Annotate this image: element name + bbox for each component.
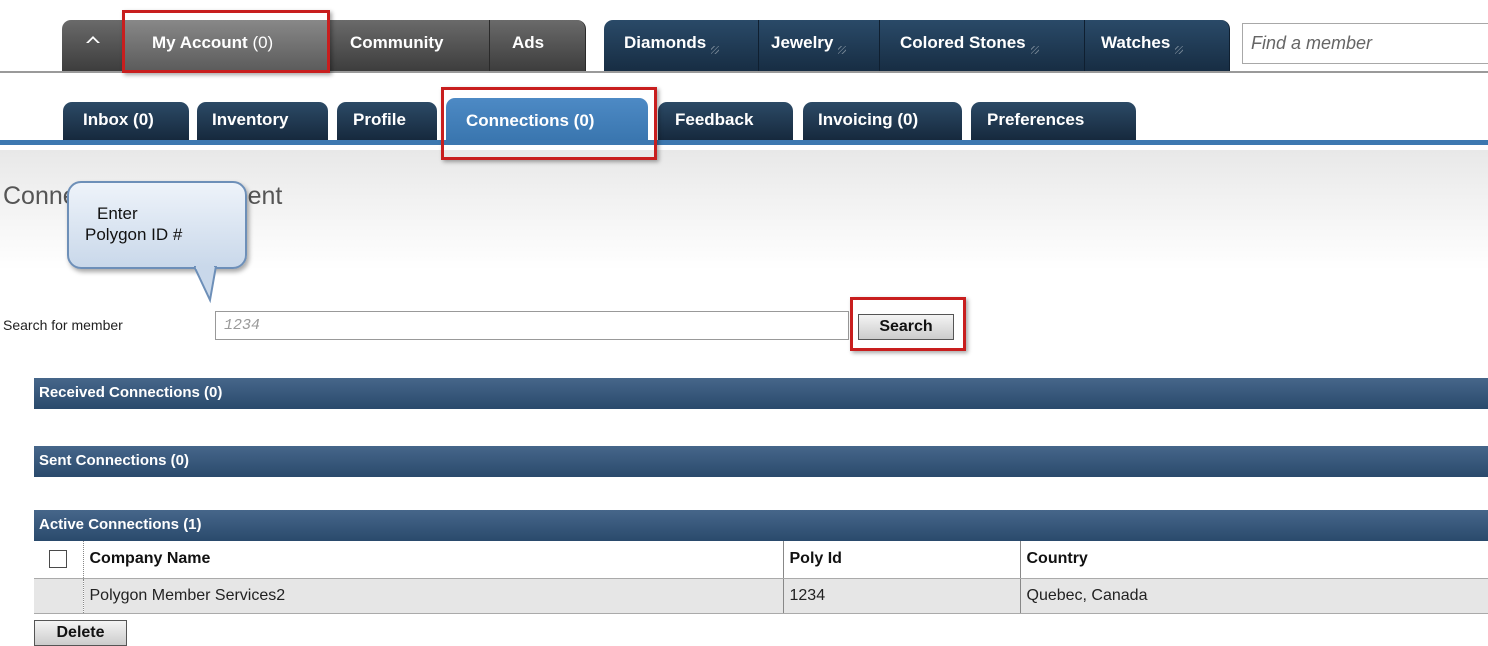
tab-invoicing[interactable]: Invoicing (0)	[803, 102, 962, 140]
tab-preferences-label: Preferences	[987, 110, 1085, 129]
diamonds-label: Diamonds	[624, 33, 707, 52]
tab-feedback-label: Feedback	[675, 110, 754, 129]
search-label: Search for member	[3, 317, 123, 333]
home-tab[interactable]	[62, 20, 124, 71]
cell-poly-id: 1234	[783, 578, 1021, 614]
callout-tooltip: Enter Polygon ID #	[67, 181, 247, 269]
tab-feedback[interactable]: Feedback	[658, 102, 793, 140]
received-connections-header[interactable]: Received Connections (0)	[34, 378, 1488, 409]
search-member-input[interactable]	[215, 311, 849, 340]
tab-inbox[interactable]: Inbox (0)	[63, 102, 189, 140]
community-label: Community	[350, 33, 444, 52]
callout-line-2: Polygon ID #	[85, 225, 183, 244]
tab-inventory[interactable]: Inventory	[197, 102, 328, 140]
ads-tab[interactable]: Ads	[490, 20, 586, 71]
sent-connections-label: Sent Connections (0)	[39, 452, 190, 469]
grip-icon	[1030, 46, 1039, 54]
tab-profile-label: Profile	[353, 110, 406, 129]
ads-label: Ads	[512, 33, 545, 52]
tab-profile[interactable]: Profile	[337, 102, 437, 140]
highlight-search	[850, 297, 966, 351]
tab-invoicing-label: Invoicing (0)	[818, 110, 919, 129]
tab-preferences[interactable]: Preferences	[971, 102, 1136, 140]
cell-country: Quebec, Canada	[1020, 578, 1488, 614]
community-tab[interactable]: Community	[330, 20, 490, 71]
active-connections-table: Company Name Poly Id Country Polygon Mem…	[34, 541, 1488, 614]
callout-pointer	[194, 266, 218, 304]
jewelry-tab[interactable]: Jewelry	[759, 20, 880, 71]
watches-label: Watches	[1101, 33, 1171, 52]
jewelry-label: Jewelry	[771, 33, 834, 52]
home-icon	[85, 36, 100, 43]
sub-nav: Inbox (0) Inventory Profile Connections …	[0, 98, 1488, 150]
table-header-row: Company Name Poly Id Country	[34, 541, 1488, 579]
column-header-company[interactable]: Company Name	[83, 541, 784, 579]
highlight-connections	[441, 87, 657, 160]
sent-connections-header[interactable]: Sent Connections (0)	[34, 446, 1488, 477]
column-header-country[interactable]: Country	[1020, 541, 1488, 579]
tab-inbox-label: Inbox (0)	[83, 110, 154, 129]
active-connections-label: Active Connections (1)	[39, 516, 202, 533]
cell-company: Polygon Member Services2	[83, 578, 784, 614]
row-select-cell	[34, 578, 84, 614]
active-connections-header[interactable]: Active Connections (1)	[34, 510, 1488, 541]
highlight-my-account	[122, 10, 330, 73]
delete-button[interactable]: Delete	[34, 620, 127, 646]
column-header-poly-id[interactable]: Poly Id	[783, 541, 1021, 579]
sub-nav-bar	[0, 140, 1488, 145]
received-connections-label: Received Connections (0)	[39, 384, 223, 401]
grip-icon	[838, 46, 847, 54]
watches-tab[interactable]: Watches	[1085, 20, 1230, 71]
grip-icon	[711, 46, 720, 54]
select-all-checkbox[interactable]	[49, 550, 68, 569]
grip-icon	[1175, 46, 1184, 54]
callout-line-1: Enter	[97, 204, 138, 223]
colored-stones-tab[interactable]: Colored Stones	[880, 20, 1085, 71]
diamonds-tab[interactable]: Diamonds	[604, 20, 759, 71]
table-row[interactable]: Polygon Member Services2 1234 Quebec, Ca…	[34, 578, 1488, 614]
tab-inventory-label: Inventory	[212, 110, 289, 129]
select-all-cell	[34, 541, 84, 579]
find-member-input[interactable]	[1242, 23, 1488, 64]
colored-stones-label: Colored Stones	[900, 33, 1026, 52]
